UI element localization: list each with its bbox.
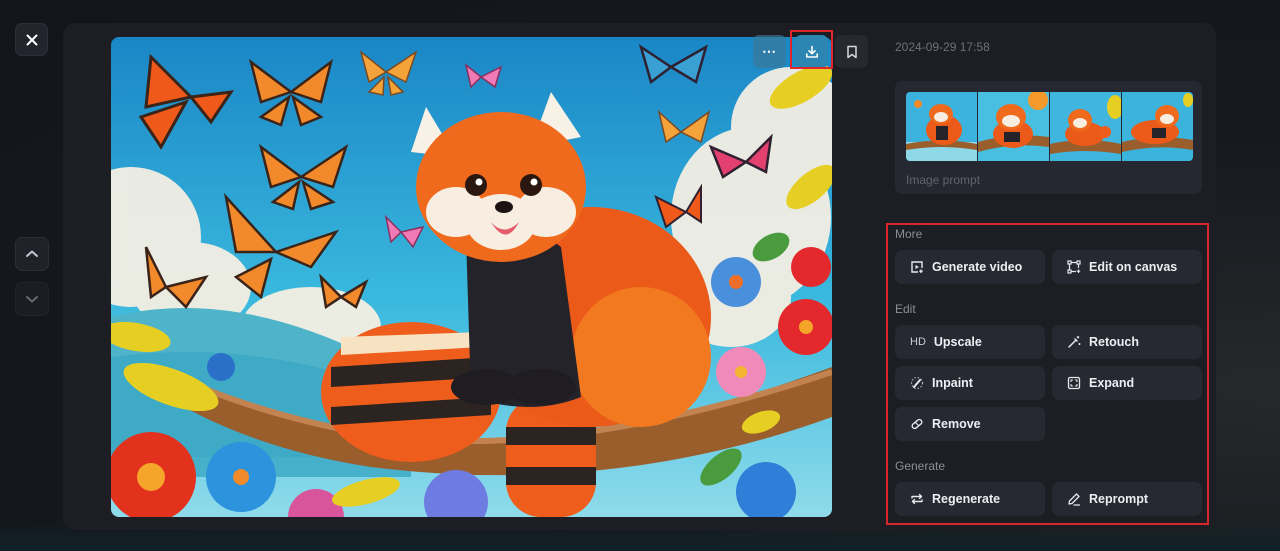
expand-button[interactable]: Expand [1052, 366, 1202, 400]
generated-image[interactable] [111, 37, 832, 517]
expand-label: Expand [1089, 376, 1135, 390]
hd-icon: HD [910, 336, 926, 348]
prompt-thumbnail[interactable] [906, 92, 977, 161]
download-icon [805, 45, 818, 58]
red-panda-illustration [111, 37, 832, 517]
previous-image-button[interactable] [15, 237, 49, 271]
remove-label: Remove [932, 417, 981, 431]
brush-icon [910, 376, 924, 390]
next-image-button[interactable] [15, 282, 49, 316]
video-frame-icon [910, 260, 924, 274]
pencil-icon [1067, 492, 1081, 506]
more-options-button[interactable]: ⋯ [753, 35, 786, 68]
generate-video-button[interactable]: Generate video [895, 250, 1045, 284]
upscale-label: Upscale [933, 335, 982, 349]
download-button[interactable] [795, 35, 828, 68]
close-icon [26, 34, 37, 45]
repeat-icon [910, 492, 924, 506]
bookmark-icon [846, 45, 857, 58]
more-icon: ⋯ [762, 43, 777, 59]
creation-timestamp: 2024-09-29 17:58 [895, 40, 990, 54]
inpaint-label: Inpaint [932, 376, 973, 390]
regenerate-button[interactable]: Regenerate [895, 482, 1045, 516]
inpaint-button[interactable]: Inpaint [895, 366, 1045, 400]
remove-button[interactable]: Remove [895, 407, 1045, 441]
close-button[interactable] [15, 23, 48, 56]
reprompt-button[interactable]: Reprompt [1052, 482, 1202, 516]
chevron-up-icon [26, 250, 38, 257]
section-title-edit: Edit [895, 302, 916, 316]
regenerate-label: Regenerate [932, 492, 1001, 506]
section-title-generate: Generate [895, 459, 946, 473]
prompt-thumbnail[interactable] [1122, 92, 1193, 161]
edit-on-canvas-label: Edit on canvas [1089, 260, 1178, 274]
image-prompt-label: Image prompt [906, 173, 981, 187]
prompt-thumbnails [906, 92, 1193, 161]
eraser-icon [910, 417, 924, 431]
upscale-button[interactable]: HD Upscale [895, 325, 1045, 359]
prompt-thumbnail[interactable] [1050, 92, 1121, 161]
magic-wand-icon [1067, 335, 1081, 349]
retouch-label: Retouch [1089, 335, 1139, 349]
image-prompt-card[interactable]: Image prompt [895, 81, 1202, 194]
chevron-down-icon [26, 296, 38, 303]
expand-icon [1067, 376, 1081, 390]
prompt-thumbnail[interactable] [978, 92, 1049, 161]
generate-video-label: Generate video [932, 260, 1023, 274]
edit-on-canvas-button[interactable]: Edit on canvas [1052, 250, 1202, 284]
reprompt-label: Reprompt [1089, 492, 1149, 506]
retouch-button[interactable]: Retouch [1052, 325, 1202, 359]
canvas-icon [1067, 260, 1081, 274]
bookmark-button[interactable] [835, 35, 868, 68]
section-title-more: More [895, 227, 923, 241]
